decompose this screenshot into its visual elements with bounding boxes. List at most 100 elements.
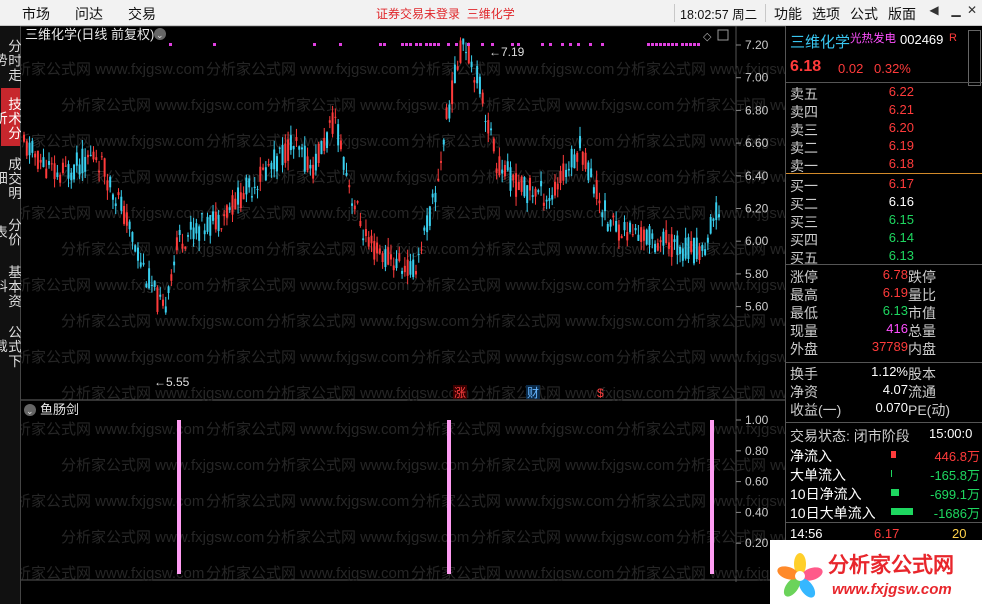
- price-axis-label: 7.00: [745, 71, 769, 85]
- watermark-text: 分析家公式网 www.fxjgsw.com: [471, 457, 674, 474]
- candle-body: [61, 162, 64, 173]
- ask-level-label: 卖五: [790, 86, 818, 102]
- indicator-signal-bar: [710, 420, 714, 574]
- tab-trade-detail[interactable]: 成交明细: [0, 148, 21, 206]
- candle-body: [292, 146, 295, 150]
- watermark-text: 分析家公式网 www.fxjgsw.com: [266, 241, 469, 258]
- candle-body: [175, 237, 178, 251]
- menu-options[interactable]: 选项: [812, 4, 840, 24]
- candle-body: [256, 188, 259, 190]
- watermark-text: 分析家公式网 www.fxjgsw.com: [616, 349, 785, 366]
- margin-flag: R: [949, 32, 957, 44]
- watermark-text: 分析家公式网 www.fxjgsw.com: [676, 457, 785, 474]
- candle-body: [623, 222, 626, 231]
- watermark-text: 分析家公式网 www.fxjgsw.com: [411, 493, 614, 510]
- candle-body: [695, 237, 698, 259]
- clock: 18:02:57 周二: [674, 4, 766, 22]
- candle-body: [481, 92, 484, 104]
- close-icon[interactable]: ✕: [964, 3, 980, 21]
- candle-body: [601, 212, 604, 218]
- candle-body: [465, 52, 468, 54]
- candle-body: [187, 235, 190, 237]
- scrollbar[interactable]: [968, 30, 981, 86]
- indicator-axis-label: 0.80: [745, 444, 769, 458]
- kline-chart[interactable]: 分析家公式网 www.fxjgsw.com 分析家公式网 www.fxjgsw.c…: [1, 25, 879, 604]
- signal-dot: [693, 43, 696, 46]
- candle-body: [217, 214, 220, 232]
- chart-area[interactable]: 分析家公式网 www.fxjgsw.com 分析家公式网 www.fxjgsw.c…: [1, 25, 879, 604]
- tab-price-table[interactable]: 分价表: [0, 208, 21, 254]
- candle-body: [573, 154, 576, 169]
- menu-function[interactable]: 功能: [774, 4, 802, 24]
- watermark-text: 分析家公式网 www.fxjgsw.com: [676, 97, 785, 114]
- divider: [786, 82, 982, 83]
- candle-body: [431, 193, 434, 198]
- candle-body: [287, 139, 290, 161]
- menu-trade[interactable]: 交易: [128, 4, 156, 24]
- signal-dot: [447, 43, 450, 46]
- candle-body: [153, 280, 156, 287]
- candle-body: [387, 247, 390, 265]
- window-maximize-icon[interactable]: [717, 29, 729, 41]
- candle-body: [420, 249, 423, 251]
- limit-up-marker[interactable]: 涨: [454, 385, 466, 400]
- tab-intraday[interactable]: 分时走势: [0, 30, 21, 88]
- watermark-text: 分析家公式网 www.fxjgsw.com: [206, 349, 409, 366]
- candle-body: [245, 177, 248, 195]
- tab-technical[interactable]: 技术分析: [0, 88, 21, 146]
- candle-body: [506, 161, 509, 171]
- watermark-text: 分析家公式网 www.fxjgsw.com: [61, 457, 264, 474]
- candle-body: [665, 229, 668, 243]
- candle-body: [579, 136, 581, 149]
- tab-fundamentals[interactable]: 基本资料: [0, 256, 21, 314]
- candle-body: [440, 161, 442, 163]
- candle-body: [553, 181, 556, 196]
- candle-body: [364, 229, 367, 237]
- tab-formula-download[interactable]: 公式下载: [0, 316, 21, 374]
- watermark-text: 分析家公式网 www.fxjgsw.com: [266, 385, 469, 402]
- watermark-text: 分析家公式网 www.fxjgsw.com: [471, 313, 674, 330]
- candle-body: [395, 258, 398, 269]
- candle-body: [356, 201, 359, 203]
- candle-body: [237, 187, 240, 205]
- candle-body: [617, 224, 620, 241]
- candle-body: [590, 168, 593, 178]
- diamond-icon[interactable]: ◇: [703, 31, 712, 43]
- signal-dot: [689, 43, 692, 46]
- ask-price: 6.21: [888, 102, 914, 117]
- candle-body: [28, 142, 31, 156]
- watermark-text: 分析家公式网 www.fxjgsw.com: [471, 385, 674, 402]
- candle-body: [428, 206, 431, 226]
- watermark-text: 分析家公式网 www.fxjgsw.com: [676, 241, 785, 258]
- minimize-icon[interactable]: ▁: [948, 3, 964, 21]
- signal-dot: [313, 43, 316, 46]
- candle-body: [520, 176, 523, 192]
- candle-body: [50, 163, 53, 165]
- stock-concept[interactable]: 光热发电: [850, 30, 896, 46]
- candle-body: [31, 141, 34, 153]
- menu-market[interactable]: 市场: [22, 4, 50, 24]
- menu-formula[interactable]: 公式: [850, 4, 878, 24]
- candle-body: [548, 198, 551, 201]
- back-icon[interactable]: ◀: [926, 3, 942, 21]
- candle-body: [86, 154, 89, 158]
- finance-marker[interactable]: 财: [527, 386, 539, 400]
- stock-code: 002469: [900, 32, 944, 47]
- watermark-text: 分析家公式网 www.fxjgsw.com: [676, 169, 785, 186]
- candle-body: [495, 168, 498, 174]
- candle-body: [376, 242, 379, 254]
- menu-layout[interactable]: 版面: [888, 4, 916, 24]
- price-axis-label: 6.20: [745, 202, 769, 216]
- menu-wenda[interactable]: 问达: [75, 4, 103, 24]
- candle-body: [173, 261, 176, 266]
- login-status[interactable]: 证券交易未登录 三维化学: [376, 5, 515, 22]
- candle-body: [545, 199, 548, 202]
- price-axis-label: 6.40: [745, 169, 769, 183]
- quote-panel: 三维化学 光热发电 002469 R 6.18 0.02 0.32% 卖五 6.2…: [785, 26, 982, 604]
- candle-body: [39, 159, 42, 163]
- candle-body: [84, 156, 87, 172]
- dividend-marker[interactable]: $: [597, 386, 604, 400]
- candle-body: [125, 212, 128, 226]
- candle-body: [323, 137, 326, 151]
- signal-dot: [409, 43, 412, 46]
